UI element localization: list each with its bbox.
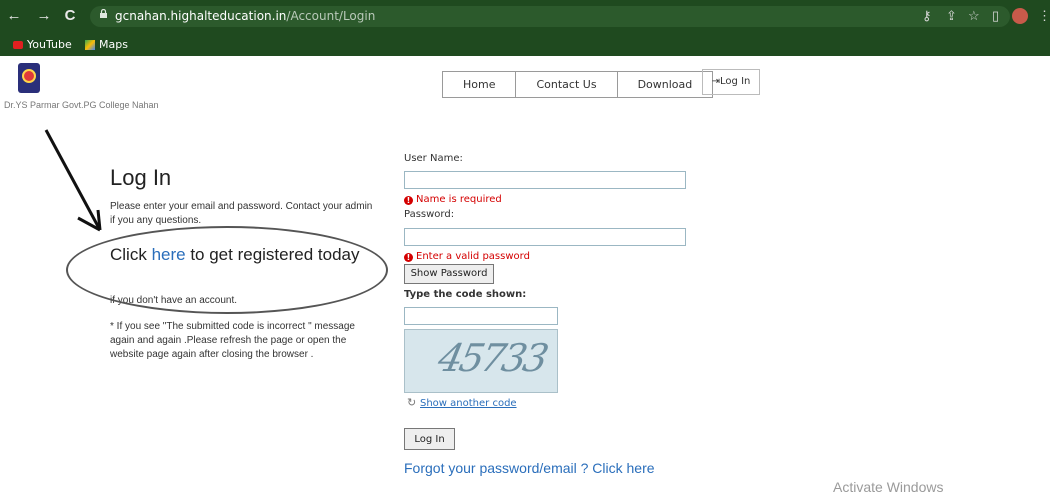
show-another-code-link[interactable]: Show another code [420, 398, 517, 409]
captcha-input[interactable] [404, 307, 558, 325]
captcha-label: Type the code shown: [404, 289, 527, 300]
page-title: Log In [110, 165, 172, 190]
url-text[interactable]: gcnahan.highaltеducation.in/Account/Logi… [115, 9, 375, 23]
back-icon[interactable]: ← [6, 8, 22, 24]
key-icon[interactable]: ⚷ [922, 9, 932, 23]
username-label: User Name: [404, 153, 463, 164]
login-submit-button[interactable]: Log In [404, 428, 455, 450]
profile-avatar[interactable] [1012, 8, 1028, 24]
sidepanel-icon[interactable]: ▯ [992, 9, 999, 23]
password-input[interactable] [404, 228, 686, 246]
header-login-label: Log In [720, 76, 751, 87]
annotation-arrow [44, 129, 102, 232]
refresh-icon[interactable]: ↻ [407, 396, 416, 409]
bookmark-maps[interactable]: Maps [99, 38, 128, 51]
college-name: Dr.YS Parmar Govt.PG College Nahan [4, 100, 159, 110]
intro-text: Please enter your email and password. Co… [110, 201, 373, 226]
forward-icon[interactable]: → [36, 8, 52, 24]
windows-activation-watermark: Activate Windows [833, 479, 944, 495]
password-error: ! Enter a valid password [404, 251, 530, 262]
password-label: Password: [404, 209, 455, 220]
show-password-button[interactable]: Show Password [404, 264, 494, 284]
college-logo[interactable] [18, 63, 40, 93]
highlight-ellipse [66, 226, 388, 314]
youtube-icon [13, 41, 23, 49]
header-login-button[interactable]: ⇥Log In [702, 69, 760, 95]
menu-contact-us[interactable]: Contact Us [516, 72, 618, 97]
main-menu: Home Contact Us Download [442, 71, 714, 98]
maps-icon [85, 40, 95, 50]
captcha-note: * If you see "The submitted code is inco… [110, 321, 355, 360]
share-icon[interactable]: ⇪ [946, 9, 957, 23]
bookmark-youtube[interactable]: YouTube [27, 38, 72, 51]
lock-icon [100, 9, 107, 18]
login-icon: ⇥ [711, 76, 721, 87]
menu-home[interactable]: Home [443, 72, 517, 97]
error-icon: ! [404, 253, 413, 262]
star-icon[interactable]: ☆ [968, 9, 980, 23]
menu-download[interactable]: Download [618, 72, 713, 97]
menu-dots-icon[interactable]: ⋮ [1038, 9, 1050, 23]
forgot-password-link[interactable]: Forgot your password/email ? Click here [404, 460, 655, 476]
username-input[interactable] [404, 171, 686, 189]
captcha-image: 45733 [404, 329, 558, 393]
error-icon: ! [404, 196, 413, 205]
username-error: ! Name is required [404, 194, 502, 205]
reload-icon[interactable]: C [62, 8, 78, 24]
bookmarks-bar [0, 33, 1050, 56]
